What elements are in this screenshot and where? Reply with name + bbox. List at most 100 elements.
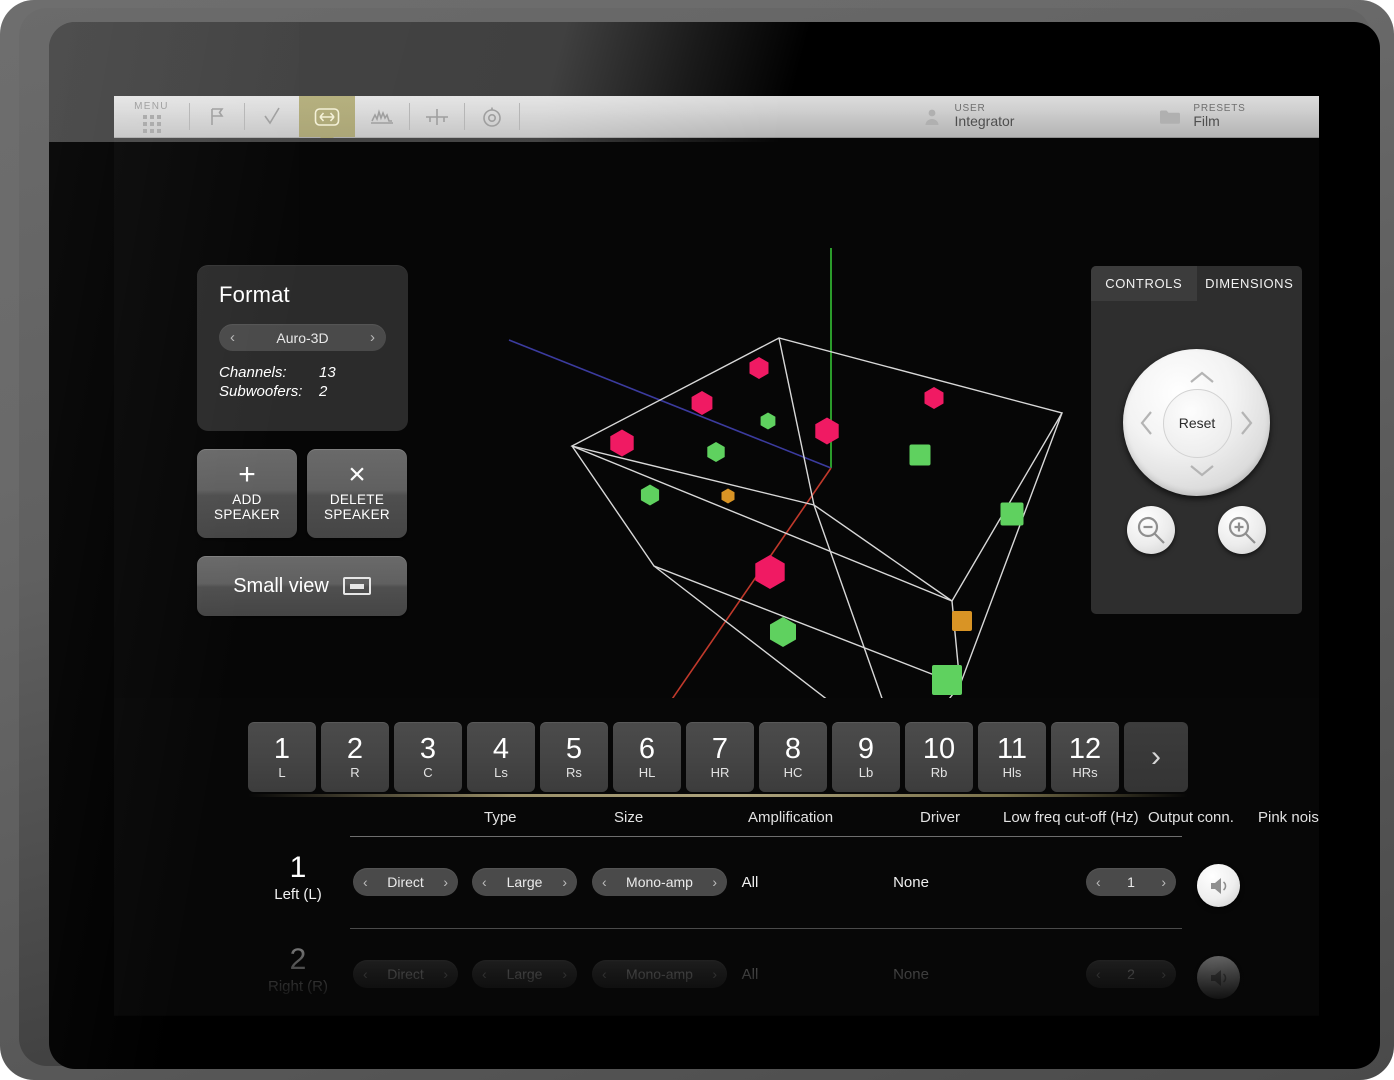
small-view-button[interactable]: Small view [197,556,407,616]
speaker-marker[interactable] [815,418,838,445]
channels-label: Channels: [219,364,319,381]
tab-controls[interactable]: CONTROLS [1091,266,1197,301]
presets-selector[interactable]: PRESETS Film [1084,96,1319,137]
type-stepper-value: Direct [368,966,444,982]
type-stepper[interactable]: ‹Direct› [353,868,458,896]
row-index: 2Right (R) [248,944,348,995]
low-freq-value: None [816,966,1006,983]
channel-tab-Hls[interactable]: 11Hls [978,722,1046,792]
dpad-down-button[interactable] [1189,460,1215,482]
menu-button[interactable]: MENU [114,96,189,137]
table-header-4: Low freq cut-off (Hz) [1003,809,1139,826]
checkmark-icon[interactable] [245,96,299,137]
speaker-marker[interactable] [925,387,944,409]
tablet-bezel: MENU [19,8,1371,1066]
amplification-stepper-value: Mono-amp [607,874,713,890]
speaker-marker[interactable] [722,489,735,504]
table-header-6: Pink noise [1258,809,1319,826]
channel-tabs-next-button[interactable]: › [1124,722,1188,792]
channel-tab-abbr: R [350,765,359,780]
dpad-right-button[interactable] [1240,410,1254,440]
room-layout-icon[interactable] [299,96,355,137]
amplification-stepper[interactable]: ‹Mono-amp› [592,868,727,896]
output-conn-stepper-value: 2 [1101,966,1162,982]
channel-tab-HL[interactable]: 6HL [613,722,681,792]
speaker-marker[interactable] [610,430,633,457]
channel-tab-abbr: HL [639,765,656,780]
flag-icon[interactable] [190,96,244,137]
zoom-out-icon[interactable] [1127,506,1175,554]
room-wireframe [572,338,1062,698]
speaker-marker[interactable] [692,391,713,415]
delete-speaker-button[interactable]: × DELETE SPEAKER [307,449,407,538]
format-next-button[interactable]: › [370,330,375,345]
output-conn-stepper[interactable]: ‹2› [1086,960,1176,988]
channel-tab-number: 8 [785,734,801,764]
size-stepper[interactable]: ‹Large› [472,868,577,896]
type-stepper-next[interactable]: › [443,966,448,982]
speaker-marker[interactable] [952,611,972,631]
channel-tab-number: 11 [997,734,1027,764]
channel-tab-Rb[interactable]: 10Rb [905,722,973,792]
output-conn-stepper[interactable]: ‹1› [1086,868,1176,896]
channel-tab-HR[interactable]: 7HR [686,722,754,792]
channel-tab-HC[interactable]: 8HC [759,722,827,792]
channel-tab-Lb[interactable]: 9Lb [832,722,900,792]
channel-tab-abbr: HRs [1072,765,1097,780]
speaker-marker[interactable] [1001,503,1024,526]
tab-dimensions[interactable]: DIMENSIONS [1197,266,1303,301]
pink-noise-button[interactable] [1197,864,1240,907]
speaker-marker[interactable] [770,617,796,647]
channel-tab-C[interactable]: 3C [394,722,462,792]
add-speaker-button[interactable]: + ADD SPEAKER [197,449,297,538]
row-number: 2 [248,944,348,976]
table-row[interactable]: 2Right (R)‹Direct›‹Large›‹Mono-amp›AllNo… [248,936,1188,1016]
speaker-icon [1208,968,1230,988]
add-speaker-label-1: ADD [197,492,297,507]
subwoofers-row: Subwoofers: 2 [219,383,408,400]
user-selector[interactable]: USER Integrator [849,96,1084,137]
reset-button[interactable]: Reset [1163,389,1232,458]
zoom-in-icon[interactable] [1218,506,1266,554]
speaker-marker[interactable] [750,357,769,379]
channel-tab-Ls[interactable]: 4Ls [467,722,535,792]
plus-icon: + [197,449,297,492]
folder-icon [1157,104,1183,130]
channel-tab-R[interactable]: 2R [321,722,389,792]
waveform-graph-icon[interactable] [355,96,409,137]
format-stepper[interactable]: ‹ Auro-3D › [219,324,386,351]
size-stepper-next[interactable]: › [562,966,567,982]
pink-noise-button[interactable] [1197,956,1240,999]
type-stepper-next[interactable]: › [443,874,448,890]
low-freq-value: None [816,874,1006,891]
size-stepper-next[interactable]: › [562,874,567,890]
output-conn-stepper-next[interactable]: › [1161,966,1166,982]
dpad-left-button[interactable] [1139,410,1153,440]
speaker-target-icon[interactable] [465,96,519,137]
output-conn-stepper-next[interactable]: › [1161,874,1166,890]
channel-tab-abbr: C [423,765,432,780]
channel-tab-abbr: L [278,765,285,780]
amplification-stepper[interactable]: ‹Mono-amp› [592,960,727,988]
dpad-control[interactable]: Reset [1123,349,1270,496]
type-stepper[interactable]: ‹Direct› [353,960,458,988]
speaker-marker[interactable] [761,413,776,430]
channel-tab-L[interactable]: 1L [248,722,316,792]
channel-tab-abbr: Rs [566,765,582,780]
presets-value: Film [1193,114,1245,129]
size-stepper[interactable]: ‹Large› [472,960,577,988]
crosshair-level-icon[interactable] [410,96,464,137]
channel-tab-HRs[interactable]: 12HRs [1051,722,1119,792]
speaker-marker[interactable] [641,485,659,506]
channel-tab-Rs[interactable]: 5Rs [540,722,608,792]
speaker-marker[interactable] [910,445,931,466]
row-index: 1Left (L) [248,852,348,903]
speaker-marker[interactable] [707,442,724,462]
amplification-stepper-value: Mono-amp [607,966,713,982]
speaker-marker[interactable] [932,665,962,695]
dpad-up-button[interactable] [1189,366,1215,388]
channel-tab-number: 2 [347,734,363,764]
subwoofers-label: Subwoofers: [219,383,319,400]
table-row[interactable]: 1Left (L)‹Direct›‹Large›‹Mono-amp›AllNon… [248,844,1188,928]
speaker-marker[interactable] [755,555,784,589]
